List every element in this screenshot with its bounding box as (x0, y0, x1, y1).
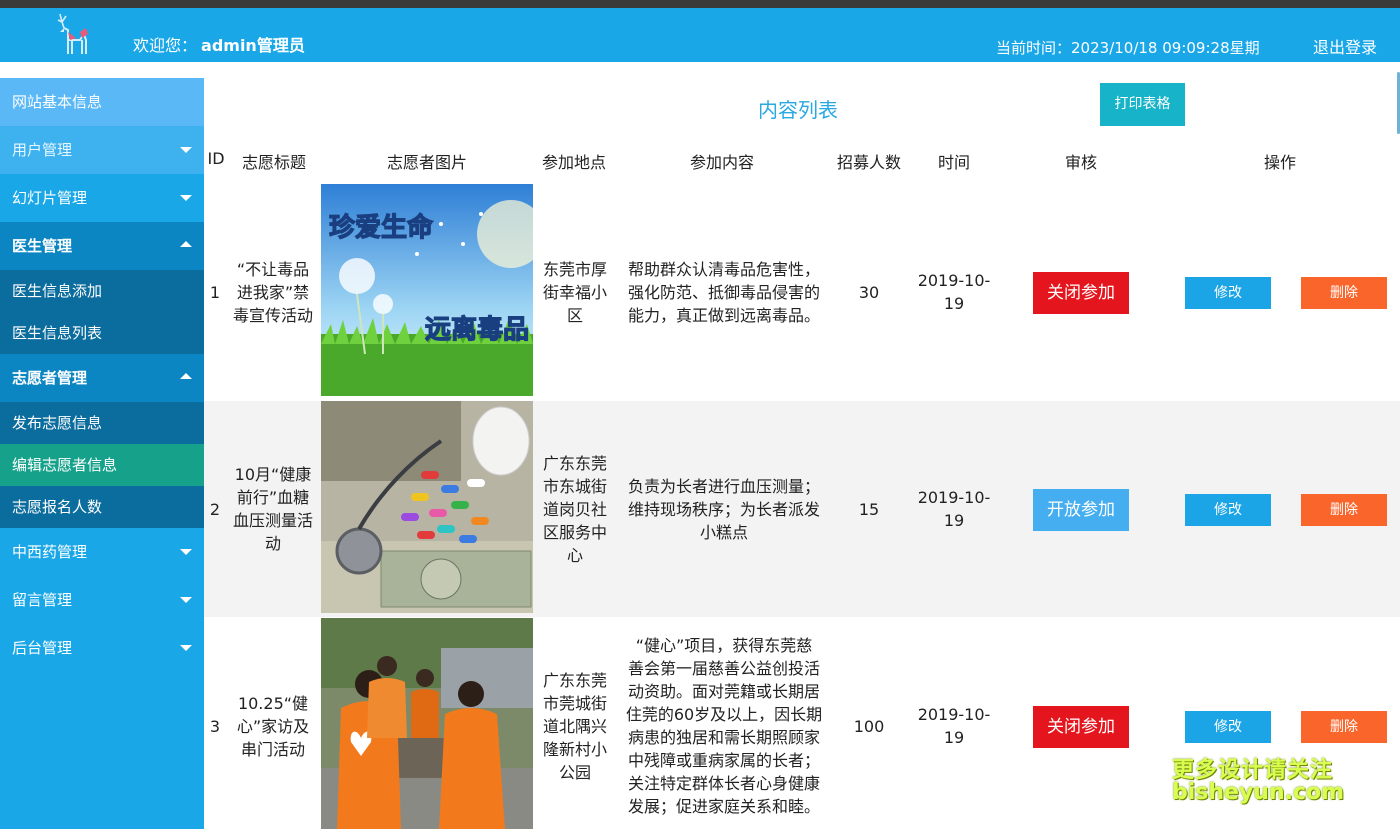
deer-logo-icon (57, 13, 88, 54)
sidebar: 网站基本信息 用户管理 幻灯片管理 医生管理 医生信息添加 医生信息列表 志愿者… (0, 78, 204, 829)
sidebar-item-volunteers[interactable]: 志愿者管理 (0, 354, 204, 402)
sidebar-item-slides[interactable]: 幻灯片管理 (0, 174, 204, 222)
top-strip (0, 0, 1400, 8)
sidebar-item-medicine[interactable]: 中西药管理 (0, 528, 204, 576)
caret-down-icon (180, 597, 192, 603)
row-location: 广东东莞 市莞城街 道北隅兴 隆新村小 公园 (542, 670, 607, 782)
edit-button[interactable]: 修改 (1185, 711, 1271, 743)
print-table-button[interactable]: 打印表格 (1100, 83, 1185, 126)
audit-open-button[interactable]: 开放参加 (1033, 489, 1129, 531)
volunteer-image (321, 618, 533, 829)
row-location: 东莞市厚 街幸福小区 (542, 259, 607, 325)
sidebar-sub-signup-count[interactable]: 志愿报名人数 (0, 486, 204, 528)
row-count: 100 (853, 716, 885, 736)
main-content: 内容列表 打印表格 ID 志愿标题 志愿者图片 参加地点 参加内容 招募人数 时… (204, 62, 1400, 829)
sidebar-item-doctors[interactable]: 医生管理 (0, 222, 204, 270)
username: admin管理员 (201, 36, 305, 55)
header: 欢迎您： admin管理员 当前时间：2023/10/18 09:09:28星期 … (0, 8, 1400, 62)
caret-down-icon (180, 549, 192, 555)
volunteer-image: 珍爱生命 远离毒品 (321, 184, 533, 396)
edit-button[interactable]: 修改 (1185, 277, 1271, 309)
delete-button[interactable]: 删除 (1301, 494, 1387, 526)
svg-text:珍爱生命: 珍爱生命 (329, 212, 434, 243)
column-header-title: 志愿标题 (241, 153, 306, 172)
column-header-location: 参加地点 (541, 153, 606, 172)
row-content: “健心”项目，获得东莞慈 善会第一届慈善公益创投活 动资助。面对莞籍或长期居 住莞的6… (625, 636, 823, 816)
row-content: 负责为长者进行血压测量； 维持现场秩序；为长者派发 小糕点 (627, 476, 820, 542)
caret-down-icon (180, 195, 192, 201)
caret-up-icon (180, 241, 192, 247)
row-title: 10月“健康 前行”血糖 血压测量活动 (232, 465, 313, 553)
sidebar-item-users[interactable]: 用户管理 (0, 126, 204, 174)
audit-close-button[interactable]: 关闭参加 (1033, 272, 1129, 314)
row-id: 1 (209, 282, 221, 302)
watermark-line-2: bisheyun.com (1172, 780, 1345, 805)
svg-text:远离毒品: 远离毒品 (425, 314, 529, 345)
table-row: 2 10月“健康 前行”血糖 血压测量活动 广东东莞 市东城街 道岗贝社 区服务… (204, 401, 1400, 617)
column-header-actions: 操作 (1263, 153, 1296, 172)
row-title: “不让毒品 进我家”禁 毒宣传活动 (232, 259, 313, 325)
row-date: 2019-10- 19 (917, 705, 991, 747)
row-title: 10.25“健 心”家访及 串门活动 (236, 693, 310, 759)
delete-button[interactable]: 删除 (1301, 711, 1387, 743)
row-date: 2019-10- 19 (917, 488, 991, 530)
edit-button[interactable]: 修改 (1185, 494, 1271, 526)
sidebar-sub-publish-volunteer[interactable]: 发布志愿信息 (0, 402, 204, 444)
volunteer-image (321, 401, 533, 613)
column-header-audit: 审核 (1064, 153, 1097, 172)
row-count: 15 (858, 499, 880, 519)
row-date: 2019-10- 19 (917, 271, 991, 313)
caret-down-icon (180, 147, 192, 153)
row-id: 3 (209, 716, 221, 736)
page-title: 内容列表 (758, 98, 838, 122)
caret-down-icon (180, 645, 192, 651)
delete-button[interactable]: 删除 (1301, 277, 1387, 309)
sidebar-item-site-info[interactable]: 网站基本信息 (0, 78, 204, 126)
sidebar-item-messages[interactable]: 留言管理 (0, 576, 204, 624)
table-row: 1 “不让毒品 进我家”禁 毒宣传活动 珍爱生命 远离毒品 东莞市厚 街幸福小 … (204, 184, 1400, 400)
row-content: 帮助群众认清毒品危害性， 强化防范、抵御毒品侵害的 能力，真正做到远离毒品。 (627, 259, 820, 325)
welcome-text: 欢迎您： admin管理员 (133, 36, 305, 55)
column-header-id: ID (207, 149, 225, 168)
column-header-content: 参加内容 (689, 153, 754, 172)
sidebar-sub-doctor-add[interactable]: 医生信息添加 (0, 270, 204, 312)
column-header-count: 招募人数 (836, 153, 901, 172)
logout-link[interactable]: 退出登录 (1313, 34, 1377, 58)
sidebar-sub-edit-volunteer[interactable]: 编辑志愿者信息 (0, 444, 204, 486)
row-location: 广东东莞 市东城街 道岗贝社 区服务中心 (542, 453, 607, 565)
row-id: 2 (209, 499, 221, 519)
audit-close-button[interactable]: 关闭参加 (1033, 706, 1129, 748)
sidebar-item-admin[interactable]: 后台管理 (0, 624, 204, 672)
sidebar-sub-doctor-list[interactable]: 医生信息列表 (0, 312, 204, 354)
column-header-image: 志愿者图片 (386, 153, 467, 172)
column-header-time: 时间 (937, 153, 970, 172)
caret-up-icon (180, 373, 192, 379)
row-count: 30 (858, 282, 880, 302)
current-time: 当前时间：2023/10/18 09:09:28星期 (996, 39, 1260, 57)
